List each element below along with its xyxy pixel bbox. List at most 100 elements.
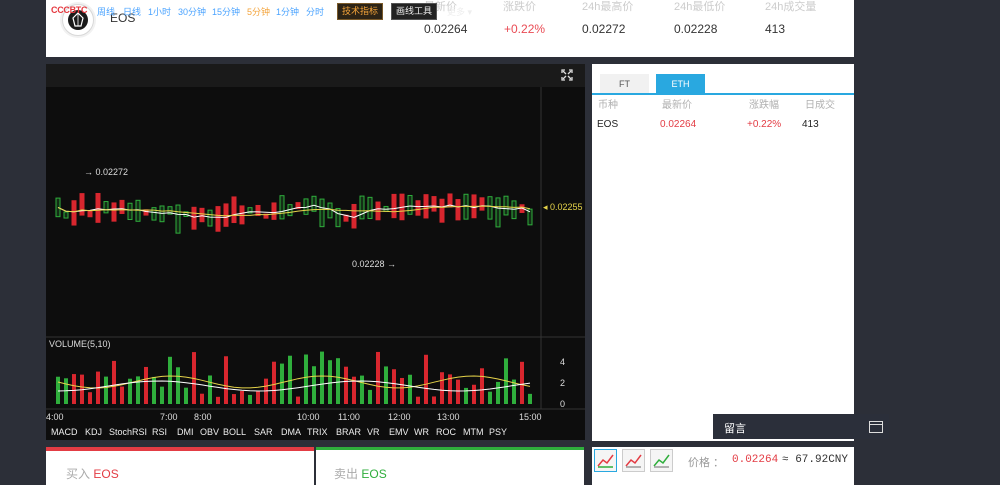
period-day[interactable]: 日线 [123,5,141,18]
price-cny: ≈ 67.92CNY [782,454,849,466]
volume-bar [368,389,372,404]
volume-bar [232,394,236,404]
tab-eth[interactable]: ETH [656,74,705,94]
indicator-dma[interactable]: DMA [281,427,301,437]
row-volume[interactable]: 413 [802,119,819,130]
indicator-vr[interactable]: VR [367,427,380,437]
indicator-stochrsi[interactable]: StochRSI [109,427,147,437]
volume-bar [480,368,484,404]
indicator-dmi[interactable]: DMI [177,427,194,437]
time-tick: 11:00 [338,412,360,422]
pair-label: CCCBTC [51,5,88,15]
candle-body [256,205,260,216]
volume-bar [208,375,212,404]
drawing-tools-button[interactable]: 画线工具 [391,3,438,20]
more-dropdown[interactable]: 更多 ▾ [447,5,472,18]
chart-toolbar [46,64,585,87]
col-change-header: 涨跌幅 [749,100,779,111]
candle [503,195,509,216]
volume-tick: 4 [560,357,565,367]
period-30m[interactable]: 30分钟 [178,5,206,18]
time-tick: 15:00 [519,412,542,422]
low-label: 24h最低价 [674,1,726,13]
candle [495,197,501,228]
volume-label: VOLUME(5,10) [49,339,111,349]
message-window-icon[interactable] [869,420,883,433]
period-5m[interactable]: 5分钟 [247,5,270,18]
row-price[interactable]: 0.02264 [660,119,696,130]
volume-bar [320,351,324,404]
volume-bar [400,377,404,404]
candle-body [456,199,460,220]
indicator-mtm[interactable]: MTM [463,427,484,437]
candle-body [112,202,116,222]
tab-ft[interactable]: FT [600,74,649,94]
volume-bar [376,351,380,404]
candle [487,196,493,220]
volume-bar [336,358,340,404]
candle [103,201,109,214]
period-1m[interactable]: 1分钟 [276,5,299,18]
volume-label: 24h成交量 [765,1,817,13]
candle [127,202,133,221]
high-value: 0.02272 [582,22,626,36]
indicator-obv[interactable]: OBV [200,427,219,437]
message-label[interactable]: 留言 [724,420,746,436]
period-timeline[interactable]: 分时 [306,5,324,18]
volume-bar [112,360,116,404]
volume-bar [224,356,228,404]
period-15m[interactable]: 15分钟 [212,5,240,18]
indicator-boll[interactable]: BOLL [223,427,246,437]
candle [511,200,517,220]
candle [207,209,213,227]
candle-body [144,209,148,216]
candle [327,202,333,219]
candle [311,195,317,212]
candle-body [216,206,220,232]
buy-coin: EOS [93,467,119,481]
volume-bar [240,391,244,404]
chart-type-line-icon[interactable] [594,449,617,472]
volume-bar [200,393,204,404]
volume-bar [440,372,444,404]
candle [359,195,365,220]
candle-body [272,202,276,220]
indicator-wr[interactable]: WR [414,427,429,437]
row-change[interactable]: +0.22% [747,119,781,130]
period-week[interactable]: 周线 [97,5,115,18]
indicator-kdj[interactable]: KDJ [85,427,102,437]
indicator-rsi[interactable]: RSI [152,427,167,437]
volume-bar [384,366,388,404]
volume-bar [464,387,468,404]
volume-bar [272,361,276,404]
volume-bar [496,381,500,404]
indicator-roc[interactable]: ROC [436,427,456,437]
volume-bar [248,394,252,404]
fullscreen-icon[interactable] [561,68,573,81]
time-tick: 13:00 [437,412,460,422]
last-price-value: 0.02264 [424,22,468,36]
tech-indicators-button[interactable]: 技术指标 [337,3,384,20]
indicator-brar[interactable]: BRAR [336,427,361,437]
indicator-macd[interactable]: MACD [51,427,78,437]
indicator-trix[interactable]: TRIX [307,427,328,437]
time-tick: 10:00 [297,412,320,422]
kline-canvas[interactable]: → 0.02272 0.02228 → ◂ 0.02255 VOLUME(5,10) 4… [46,64,585,440]
buy-title: 买入 EOS [66,465,119,482]
volume-bar [184,387,188,404]
candle [63,211,69,219]
volume-bar [216,396,220,404]
candle-body [392,194,396,218]
candle [319,198,325,228]
row-coin[interactable]: EOS [597,119,618,130]
volume-bar [456,379,460,404]
chart-type-depth-icon[interactable] [650,449,673,472]
candle-body [440,199,444,223]
period-1h[interactable]: 1小时 [148,5,171,18]
buy-label: 买入 [66,467,91,481]
indicator-psy[interactable]: PSY [489,427,507,437]
chart-type-candle-icon[interactable] [622,449,645,472]
indicator-emv[interactable]: EMV [389,427,409,437]
indicator-sar[interactable]: SAR [254,427,273,437]
kline-chart[interactable]: → 0.02272 0.02228 → ◂ 0.02255 VOLUME(5,10) 4… [46,64,585,440]
